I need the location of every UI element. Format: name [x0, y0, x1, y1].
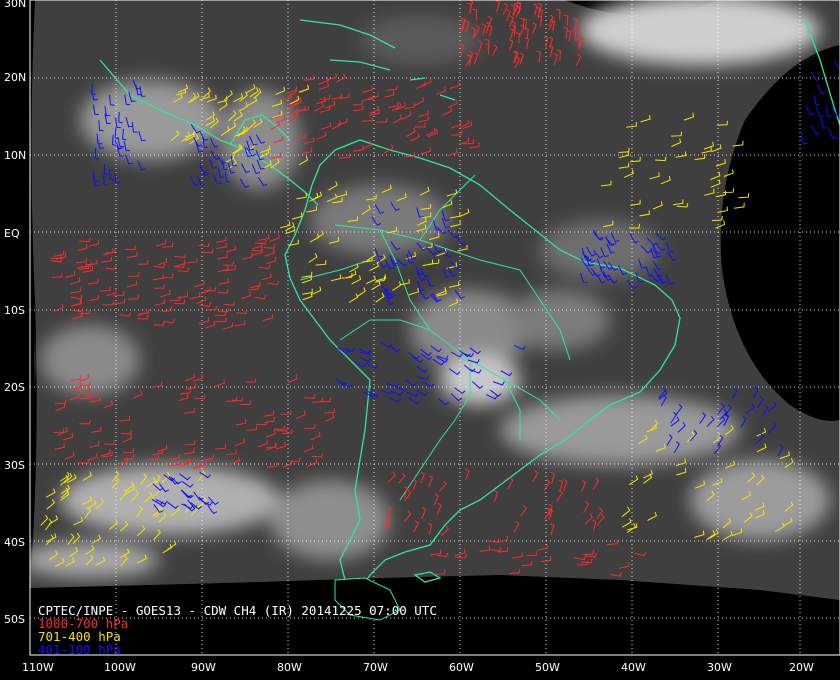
- wind-barb: [813, 95, 821, 106]
- lon-label-20w: 20W: [789, 661, 814, 674]
- lat-label-10s: 10S: [4, 304, 25, 317]
- map-caption: CPTEC/INPE - GOES13 - CDW CH4 (IR) 20141…: [38, 604, 437, 656]
- wind-barb: [816, 84, 826, 94]
- lon-label-70w: 70W: [363, 661, 388, 674]
- wind-barb: [811, 124, 821, 135]
- lat-label-20s: 20S: [4, 381, 25, 394]
- lat-label-40s: 40S: [4, 536, 25, 549]
- wind-barb: [820, 117, 828, 129]
- wind-barb: [834, 60, 840, 71]
- lat-label-50s: 50S: [4, 613, 25, 626]
- lat-label-10n: 10N: [4, 149, 27, 162]
- wind-barb: [825, 106, 832, 117]
- legend-high-level: 401-100 hPa: [38, 642, 121, 657]
- wind-barb: [734, 202, 745, 209]
- lon-label-100w: 100W: [104, 661, 136, 674]
- lon-label-30w: 30W: [707, 661, 732, 674]
- wind-barb: [828, 129, 838, 140]
- wind-barb: [815, 107, 825, 118]
- lon-label-40w: 40W: [621, 661, 646, 674]
- lon-label-50w: 50W: [535, 661, 560, 674]
- lon-label-110w: 110W: [22, 661, 54, 674]
- lon-label-60w: 60W: [449, 661, 474, 674]
- wind-barb: [800, 133, 808, 145]
- lat-label-30n: 30N: [4, 0, 27, 10]
- lon-label-80w: 80W: [277, 661, 302, 674]
- satellite-map: [29, 0, 840, 656]
- lon-label-90w: 90W: [191, 661, 216, 674]
- satellite-image: [30, 0, 840, 600]
- wind-barb: [805, 105, 815, 116]
- lat-label-20n: 20N: [4, 71, 27, 84]
- wind-barb: [810, 71, 821, 82]
- lat-label-30s: 30S: [4, 459, 25, 472]
- lat-label-eq: EQ: [4, 227, 20, 240]
- wind-barb: [738, 193, 750, 199]
